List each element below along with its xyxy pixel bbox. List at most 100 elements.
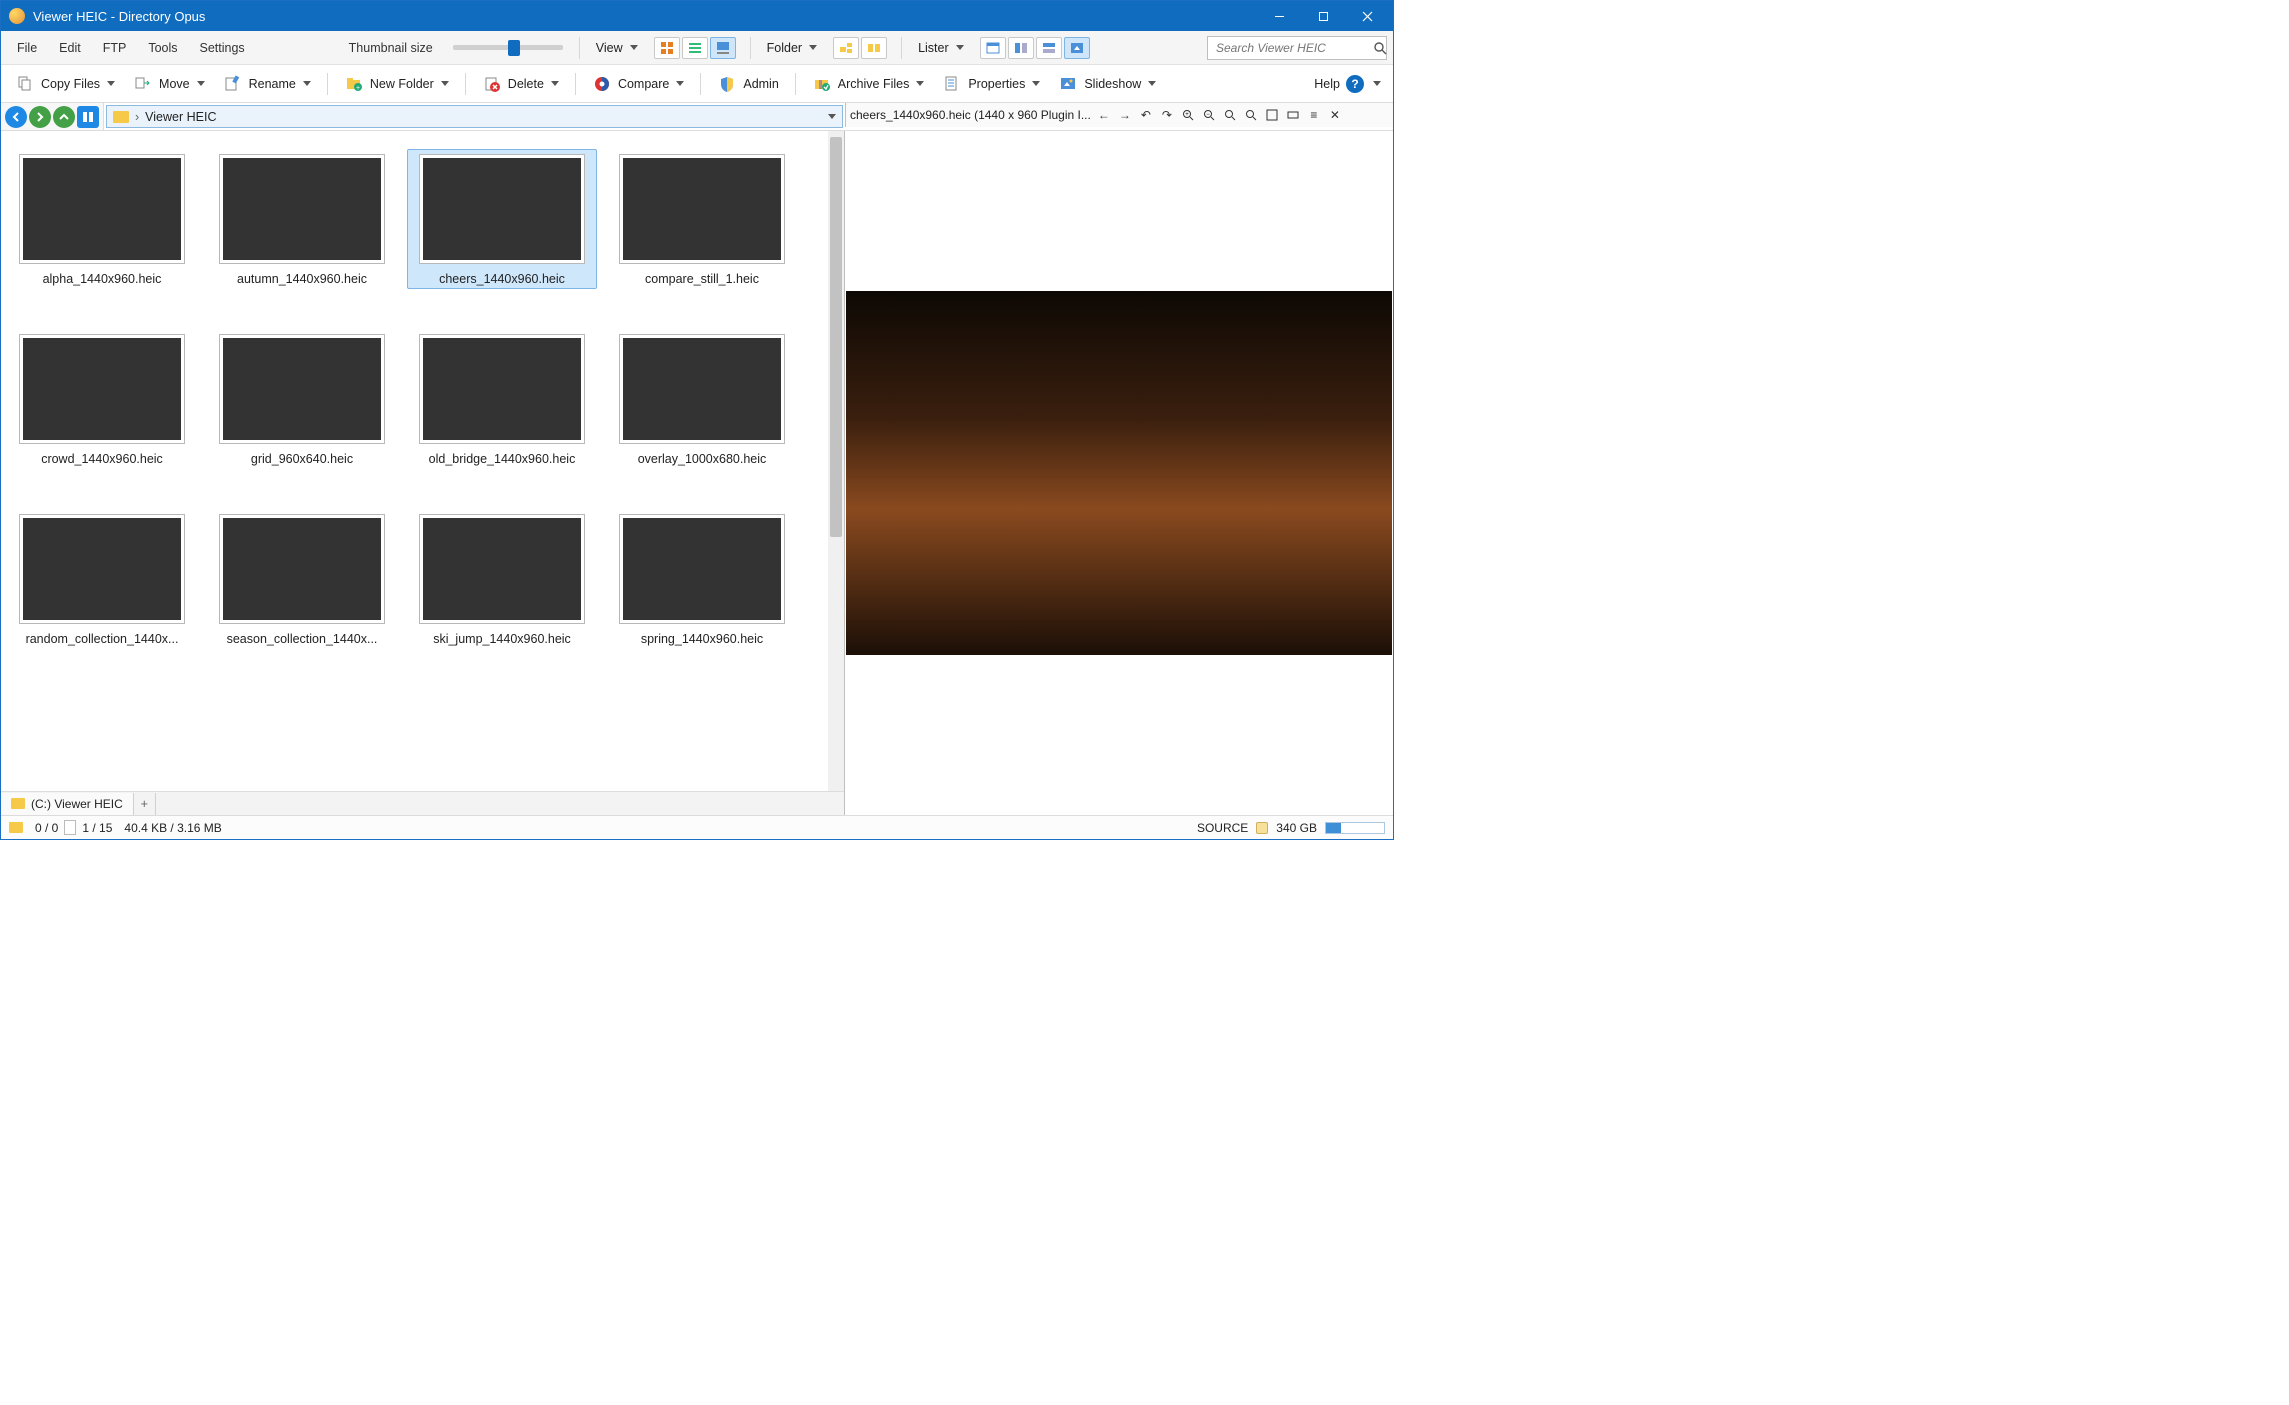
preview-zoom-actual-button[interactable] — [1242, 106, 1260, 124]
view-dropdown[interactable]: View — [588, 37, 646, 59]
file-thumbnail[interactable]: autumn_1440x960.heic — [207, 149, 397, 289]
thumbnail-image — [619, 334, 785, 444]
thumbnail-caption: compare_still_1.heic — [645, 272, 759, 286]
path-dropdown[interactable] — [828, 114, 836, 119]
titlebar: Viewer HEIC - Directory Opus — [1, 1, 1393, 31]
new-folder-button[interactable]: +New Folder — [336, 70, 457, 98]
preview-prev-button[interactable]: ← — [1095, 106, 1113, 124]
preview-zoom-in-button[interactable]: + — [1179, 106, 1197, 124]
thumbnail-size-slider[interactable] — [453, 45, 563, 50]
preview-next-button[interactable]: → — [1116, 106, 1134, 124]
archive-icon — [812, 74, 832, 94]
slideshow-button[interactable]: Slideshow — [1050, 70, 1164, 98]
menu-ftp[interactable]: FTP — [93, 37, 137, 59]
file-thumbnail[interactable]: spring_1440x960.heic — [607, 509, 797, 649]
status-bar: 0 / 0 1 / 15 40.4 KB / 3.16 MB SOURCE 34… — [1, 815, 1393, 839]
preview-menu-button[interactable]: ≡ — [1305, 106, 1323, 124]
file-thumbnail[interactable]: grid_960x640.heic — [207, 329, 397, 469]
delete-button[interactable]: Delete — [474, 70, 567, 98]
disk-usage-bar — [1325, 822, 1385, 834]
menu-edit[interactable]: Edit — [49, 37, 91, 59]
caret-icon — [956, 45, 964, 50]
caret-icon — [630, 45, 638, 50]
preview-zoom-fit-button[interactable] — [1221, 106, 1239, 124]
search-icon[interactable] — [1373, 39, 1387, 57]
lister-dual-vert-button[interactable] — [1036, 37, 1062, 59]
nav-forward-button[interactable] — [29, 106, 51, 128]
thumbnail-image — [19, 154, 185, 264]
file-thumbnail[interactable]: random_collection_1440x... — [7, 509, 197, 649]
search-input[interactable] — [1216, 41, 1373, 55]
folder-dropdown[interactable]: Folder — [759, 37, 825, 59]
archive-button[interactable]: Archive Files — [804, 70, 933, 98]
rename-button[interactable]: Rename — [215, 70, 319, 98]
compare-button[interactable]: Compare — [584, 70, 692, 98]
menu-file[interactable]: File — [7, 37, 47, 59]
delete-icon — [482, 74, 502, 94]
folder-icon — [9, 822, 23, 833]
folder-icon — [11, 798, 25, 809]
chevron-icon: › — [135, 110, 139, 124]
file-thumbnail[interactable]: ski_jump_1440x960.heic — [407, 509, 597, 649]
view-details-button[interactable] — [682, 37, 708, 59]
folder-tab[interactable]: (C:) Viewer HEIC — [1, 793, 134, 815]
folder-dual-button[interactable] — [861, 37, 887, 59]
thumbnail-caption: season_collection_1440x... — [227, 632, 378, 646]
preview-image-area[interactable] — [845, 131, 1393, 815]
properties-icon — [942, 74, 962, 94]
page-icon — [64, 820, 76, 835]
admin-button[interactable]: Admin — [709, 70, 786, 98]
search-box[interactable] — [1207, 36, 1387, 60]
lister-viewer-button[interactable] — [1064, 37, 1090, 59]
preview-fullscreen-button[interactable] — [1263, 106, 1281, 124]
minimize-button[interactable] — [1257, 1, 1301, 31]
maximize-button[interactable] — [1301, 1, 1345, 31]
file-thumbnail[interactable]: cheers_1440x960.heic — [407, 149, 597, 289]
file-thumbnail[interactable]: overlay_1000x680.heic — [607, 329, 797, 469]
file-thumbnail[interactable]: crowd_1440x960.heic — [7, 329, 197, 469]
thumbnail-image — [619, 514, 785, 624]
folder-tree-button[interactable] — [833, 37, 859, 59]
nav-back-button[interactable] — [5, 106, 27, 128]
lister-single-button[interactable] — [980, 37, 1006, 59]
file-thumbnail[interactable]: season_collection_1440x... — [207, 509, 397, 649]
thumbnail-caption: overlay_1000x680.heic — [638, 452, 767, 466]
move-button[interactable]: Move — [125, 70, 213, 98]
svg-text:+: + — [1185, 112, 1189, 118]
preview-rotate-left-button[interactable]: ↶ — [1137, 106, 1155, 124]
lister-dropdown[interactable]: Lister — [910, 37, 972, 59]
path-bar[interactable]: › Viewer HEIC — [106, 105, 843, 128]
lister-dual-horiz-button[interactable] — [1008, 37, 1034, 59]
file-thumbnail[interactable]: compare_still_1.heic — [607, 149, 797, 289]
lock-icon — [1256, 822, 1268, 834]
add-tab-button[interactable]: + — [134, 793, 156, 815]
preview-zoom-out-button[interactable]: − — [1200, 106, 1218, 124]
folder-plus-icon: + — [344, 74, 364, 94]
folder-icon — [113, 111, 129, 123]
close-button[interactable] — [1345, 1, 1389, 31]
view-large-icons-button[interactable] — [654, 37, 680, 59]
menu-settings[interactable]: Settings — [190, 37, 255, 59]
thumbnail-image — [219, 514, 385, 624]
thumbnail-caption: spring_1440x960.heic — [641, 632, 763, 646]
copy-icon — [15, 74, 35, 94]
thumbnail-caption: autumn_1440x960.heic — [237, 272, 367, 286]
preview-close-button[interactable]: ✕ — [1326, 106, 1344, 124]
nav-up-button[interactable] — [53, 106, 75, 128]
copy-files-button[interactable]: Copy Files — [7, 70, 123, 98]
preview-rotate-right-button[interactable]: ↷ — [1158, 106, 1176, 124]
view-thumbnails-button[interactable] — [710, 37, 736, 59]
properties-button[interactable]: Properties — [934, 70, 1048, 98]
preview-fit-button[interactable] — [1284, 106, 1302, 124]
file-thumbnail[interactable]: alpha_1440x960.heic — [7, 149, 197, 289]
thumbnail-image — [619, 154, 785, 264]
path-segment[interactable]: Viewer HEIC — [145, 110, 216, 124]
help-button[interactable]: Help? — [1314, 75, 1387, 93]
file-thumbnail[interactable]: old_bridge_1440x960.heic — [407, 329, 597, 469]
caret-icon — [809, 45, 817, 50]
help-icon: ? — [1346, 75, 1364, 93]
nav-panes-button[interactable] — [77, 106, 99, 128]
scrollbar[interactable] — [828, 131, 844, 791]
menu-tools[interactable]: Tools — [138, 37, 187, 59]
status-source: SOURCE — [1197, 821, 1248, 835]
